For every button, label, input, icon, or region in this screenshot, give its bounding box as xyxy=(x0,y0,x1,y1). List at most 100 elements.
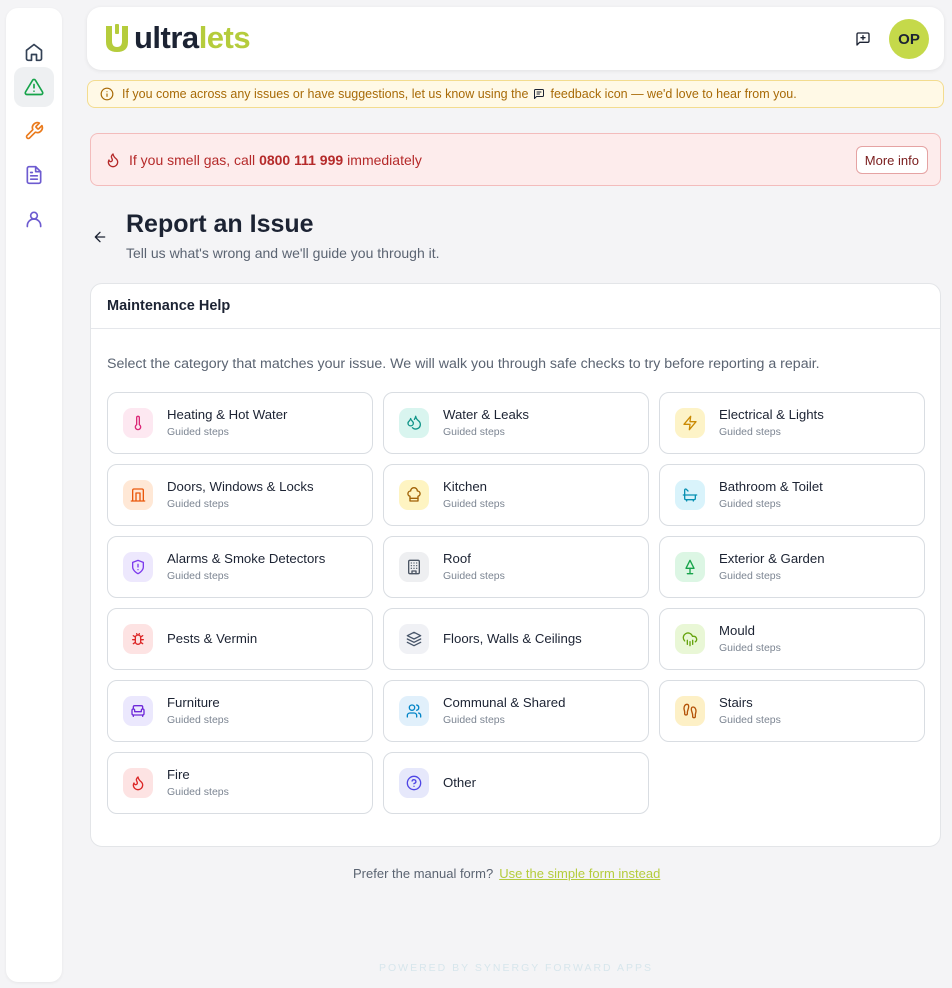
feedback-icon xyxy=(856,32,870,46)
category-label: Kitchen xyxy=(443,479,487,494)
user-avatar[interactable]: OP xyxy=(889,19,929,59)
gas-safety-alert: If you smell gas, call 0800 111 999 imme… xyxy=(90,133,941,186)
category-icon-badge xyxy=(399,552,429,582)
category-grid: Heating & Hot Water Guided steps Water & L… xyxy=(107,392,925,814)
category-subtitle: Guided steps xyxy=(719,498,781,510)
category-card[interactable]: Water & Leaks Guided steps xyxy=(383,392,649,454)
category-icon-badge xyxy=(123,552,153,582)
category-text: Roof Guided steps xyxy=(443,551,505,583)
simple-form-link[interactable]: Use the simple form instead xyxy=(499,866,660,881)
category-icon-badge xyxy=(123,408,153,438)
logo-text: ultralets xyxy=(134,20,251,55)
notice-text-after: feedback icon — we'd love to hear from y… xyxy=(550,87,797,101)
help-circle-icon xyxy=(406,775,422,791)
lightning-icon xyxy=(683,415,697,431)
more-info-button[interactable]: More info xyxy=(855,146,928,174)
footprints-icon xyxy=(683,703,697,719)
door-icon xyxy=(130,488,146,502)
home-icon xyxy=(25,43,43,62)
category-card[interactable]: Fire Guided steps xyxy=(107,752,373,814)
category-label: Doors, Windows & Locks xyxy=(167,479,314,494)
category-card[interactable]: Bathroom & Toilet Guided steps xyxy=(659,464,925,526)
category-card[interactable]: Kitchen Guided steps xyxy=(383,464,649,526)
page-title: Report an Issue xyxy=(126,210,314,238)
bug-icon xyxy=(132,633,144,645)
category-label: Bathroom & Toilet xyxy=(719,479,823,494)
category-text: Mould Guided steps xyxy=(719,623,781,655)
category-icon-badge xyxy=(675,696,705,726)
category-label: Floors, Walls & Ceilings xyxy=(443,631,582,646)
sidebar-item-documents[interactable] xyxy=(14,155,54,195)
category-label: Exterior & Garden xyxy=(719,551,825,566)
flame-icon xyxy=(107,152,119,167)
category-icon-badge xyxy=(123,624,153,654)
category-label: Mould xyxy=(719,623,755,638)
feedback-button[interactable] xyxy=(853,29,873,49)
category-label: Furniture xyxy=(167,695,220,710)
shield-alert-icon xyxy=(132,559,144,575)
gas-phone-number[interactable]: 0800 111 999 xyxy=(259,152,343,168)
category-subtitle: Guided steps xyxy=(167,498,229,510)
category-text: Doors, Windows & Locks Guided steps xyxy=(167,479,314,511)
category-text: Fire Guided steps xyxy=(167,767,229,799)
building-icon xyxy=(408,559,420,575)
category-card[interactable]: Mould Guided steps xyxy=(659,608,925,670)
category-card[interactable]: Communal & Shared Guided steps xyxy=(383,680,649,742)
info-icon xyxy=(100,87,114,101)
category-label: Alarms & Smoke Detectors xyxy=(167,551,326,566)
card-description: Select the category that matches your is… xyxy=(107,356,820,372)
category-subtitle: Guided steps xyxy=(719,714,781,726)
gas-text-after: immediately xyxy=(347,151,422,168)
category-card[interactable]: Heating & Hot Water Guided steps xyxy=(107,392,373,454)
sidebar-item-profile[interactable] xyxy=(14,199,54,239)
tree-icon xyxy=(685,559,695,575)
category-subtitle: Guided steps xyxy=(719,426,781,438)
category-icon-badge xyxy=(399,408,429,438)
logo-mark-icon xyxy=(106,24,128,52)
sidebar-item-issues[interactable] xyxy=(14,67,54,107)
feedback-notice: If you come across any issues or have su… xyxy=(87,80,944,108)
category-text: Floors, Walls & Ceilings xyxy=(443,631,582,647)
gas-text-before: If you smell gas, call xyxy=(129,151,256,168)
category-label: Pests & Vermin xyxy=(167,631,258,646)
category-text: Pests & Vermin xyxy=(167,631,257,647)
droplets-icon xyxy=(407,415,422,430)
category-card[interactable]: Roof Guided steps xyxy=(383,536,649,598)
category-text: Electrical & Lights Guided steps xyxy=(719,407,824,439)
category-text: Water & Leaks Guided steps xyxy=(443,407,529,439)
category-card[interactable]: Exterior & Garden Guided steps xyxy=(659,536,925,598)
ultralets-logo[interactable]: ultralets xyxy=(103,20,251,55)
category-icon-badge xyxy=(399,624,429,654)
feedback-inline-icon xyxy=(534,89,545,99)
page-subtitle: Tell us what's wrong and we'll guide you… xyxy=(126,245,440,261)
category-text: Exterior & Garden Guided steps xyxy=(719,551,825,583)
category-text: Stairs Guided steps xyxy=(719,695,781,727)
document-icon xyxy=(26,165,42,185)
category-card[interactable]: Furniture Guided steps xyxy=(107,680,373,742)
category-subtitle: Guided steps xyxy=(719,570,781,582)
users-icon xyxy=(406,704,422,718)
category-card[interactable]: Other xyxy=(383,752,649,814)
sidebar-item-home[interactable] xyxy=(14,32,54,72)
category-icon-badge xyxy=(675,408,705,438)
category-card[interactable]: Doors, Windows & Locks Guided steps xyxy=(107,464,373,526)
category-icon-badge xyxy=(399,768,429,798)
powered-by-text: POWERED BY SYNERGY FORWARD APPS xyxy=(379,962,653,974)
category-text: Heating & Hot Water Guided steps xyxy=(167,407,287,439)
category-card[interactable]: Electrical & Lights Guided steps xyxy=(659,392,925,454)
category-subtitle: Guided steps xyxy=(443,570,505,582)
bath-icon xyxy=(682,488,698,502)
notice-text-before: If you come across any issues or have su… xyxy=(122,87,529,101)
category-card[interactable]: Pests & Vermin xyxy=(107,608,373,670)
sidebar-item-repairs[interactable] xyxy=(14,111,54,151)
back-arrow-icon[interactable] xyxy=(92,229,108,245)
category-text: Bathroom & Toilet Guided steps xyxy=(719,479,823,511)
category-subtitle: Guided steps xyxy=(167,570,229,582)
category-card[interactable]: Alarms & Smoke Detectors Guided steps xyxy=(107,536,373,598)
category-icon-badge xyxy=(123,696,153,726)
category-subtitle: Guided steps xyxy=(167,786,229,798)
card-title: Maintenance Help xyxy=(91,284,940,329)
category-label: Communal & Shared xyxy=(443,695,566,710)
category-card[interactable]: Floors, Walls & Ceilings xyxy=(383,608,649,670)
category-card[interactable]: Stairs Guided steps xyxy=(659,680,925,742)
